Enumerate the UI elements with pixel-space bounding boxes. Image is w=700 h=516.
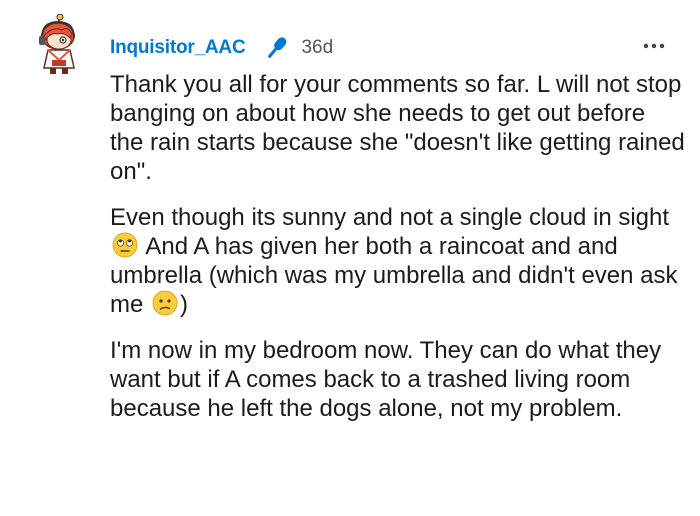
- timestamp: 36d: [301, 37, 334, 58]
- paragraph-2-text-b: And A has given her both a raincoat and …: [110, 233, 678, 318]
- comment-paragraph-1: Thank you all for your comments so far. …: [110, 71, 685, 185]
- comment-paragraph-3: I'm now in my bedroom now. They can do w…: [110, 337, 662, 422]
- avatar-icon: [39, 13, 75, 74]
- comment-header: Inquisitor_AAC 36d: [110, 34, 333, 62]
- paragraph-2-text-c: ): [180, 291, 189, 318]
- ellipsis-icon[interactable]: [642, 34, 666, 58]
- confused-face-emoji-icon: [152, 290, 178, 316]
- eye-roll-emoji-icon: [112, 232, 138, 258]
- comment-paragraph-2: Even though its sunny and not a single c…: [110, 203, 685, 319]
- username-link[interactable]: Inquisitor_AAC: [110, 37, 246, 59]
- avatar[interactable]: [34, 13, 86, 76]
- comment: Inquisitor_AAC 36d Thank you all for you…: [0, 0, 700, 516]
- comment-body: Thank you all for your comments so far. …: [110, 70, 685, 440]
- microphone-icon: [261, 33, 291, 63]
- paragraph-2-text-a: Even though its sunny and not a single c…: [110, 204, 670, 231]
